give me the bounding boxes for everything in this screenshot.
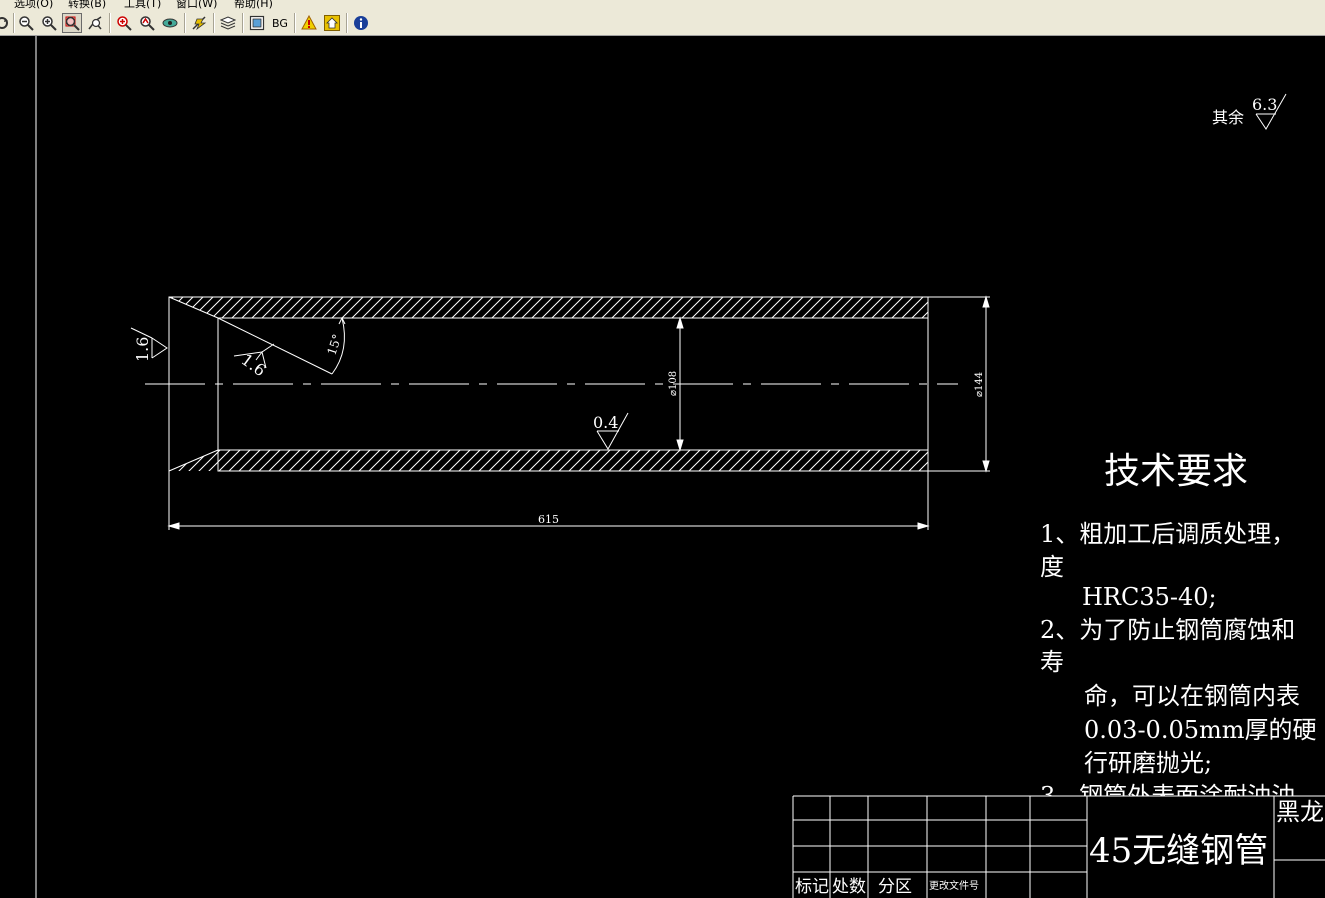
roughness-left-value: 1.6 — [133, 337, 152, 362]
toolbar-separator — [13, 13, 15, 33]
layers-icon[interactable] — [218, 13, 238, 33]
outer-diameter-value: ⌀144 — [974, 372, 985, 397]
tube-section — [145, 296, 958, 472]
home-icon[interactable] — [322, 13, 342, 33]
zoom-previous-icon[interactable] — [137, 13, 157, 33]
tech-line: 行研磨抛光; — [1084, 749, 1212, 777]
toolbar-separator — [109, 13, 111, 33]
menu-window[interactable]: 窗口(W) — [176, 0, 217, 9]
refresh-icon[interactable] — [0, 13, 12, 33]
title-block-col-change-doc: 更改文件号 — [929, 879, 979, 892]
bg-label: BG — [272, 16, 288, 30]
menu-convert[interactable]: 转换(B) — [68, 0, 106, 9]
tech-requirements-list: 1、粗加工后调质处理， 度 HRC35-40; 2、为了防止钢筒腐蚀和 寿 命，… — [1040, 520, 1317, 810]
angle-value: 15° — [325, 332, 345, 357]
tech-line: 寿 — [1040, 648, 1064, 676]
zoom-window-icon[interactable] — [62, 13, 82, 33]
tech-line: 度 — [1040, 553, 1064, 581]
company-name: 黑龙 — [1276, 798, 1324, 826]
inner-diameter-value: ⌀108 — [668, 371, 679, 396]
drawing-canvas[interactable]: 其余 6.3 1.6 1.6 15° 0.4 ⌀108 ⌀144 615 技术要… — [0, 36, 1325, 898]
zoom-extents-icon[interactable] — [114, 13, 134, 33]
info-icon[interactable] — [351, 13, 371, 33]
roughness-bore-value: 0.4 — [593, 413, 618, 432]
tech-line: HRC35-40; — [1082, 583, 1217, 611]
menu-bar: 选项(O) 转换(B) 工具(T) 窗口(W) 帮助(H) — [0, 0, 1325, 9]
toolbar-separator — [346, 13, 348, 33]
roughness-other-value: 6.3 — [1252, 95, 1277, 114]
tech-line: 0.03-0.05mm厚的硬 — [1084, 716, 1317, 744]
menu-tools[interactable]: 工具(T) — [124, 0, 161, 9]
title-block-col-zone: 分区 — [878, 877, 912, 897]
toolbar: BG — [0, 9, 1325, 36]
warning-icon[interactable] — [299, 13, 319, 33]
eye-view-icon[interactable] — [160, 13, 180, 33]
tech-line: 2、为了防止钢筒腐蚀和 — [1040, 616, 1295, 644]
title-block-col-mark: 标记 — [795, 877, 829, 897]
toolbar-separator — [184, 13, 186, 33]
tech-line: 1、粗加工后调质处理， — [1040, 520, 1295, 548]
tube-wall-bottom — [217, 449, 929, 472]
title-block-col-count: 处数 — [832, 877, 866, 897]
tube-wall-top — [168, 296, 929, 319]
zoom-in-icon[interactable] — [39, 13, 59, 33]
zoom-realtime-icon[interactable] — [85, 13, 105, 33]
part-name: 45无缝钢管 — [1089, 831, 1268, 871]
menu-options[interactable]: 选项(O) — [14, 0, 53, 9]
toolbar-separator — [294, 13, 296, 33]
pan-icon[interactable] — [189, 13, 209, 33]
zoom-out-icon[interactable] — [16, 13, 36, 33]
length-value: 615 — [538, 513, 559, 526]
roughness-other-label: 其余 — [1212, 108, 1244, 127]
tech-line: 命，可以在钢筒内表 — [1084, 682, 1300, 710]
toolbar-separator — [213, 13, 215, 33]
frame-icon[interactable] — [247, 13, 267, 33]
title-block: 标记 处数 分区 更改文件号 45无缝钢管 黑龙 — [792, 795, 1325, 898]
toolbar-separator — [242, 13, 244, 33]
menu-help[interactable]: 帮助(H) — [234, 0, 273, 9]
background-icon[interactable]: BG — [270, 13, 290, 33]
tech-requirements-title: 技术要求 — [1104, 451, 1248, 492]
